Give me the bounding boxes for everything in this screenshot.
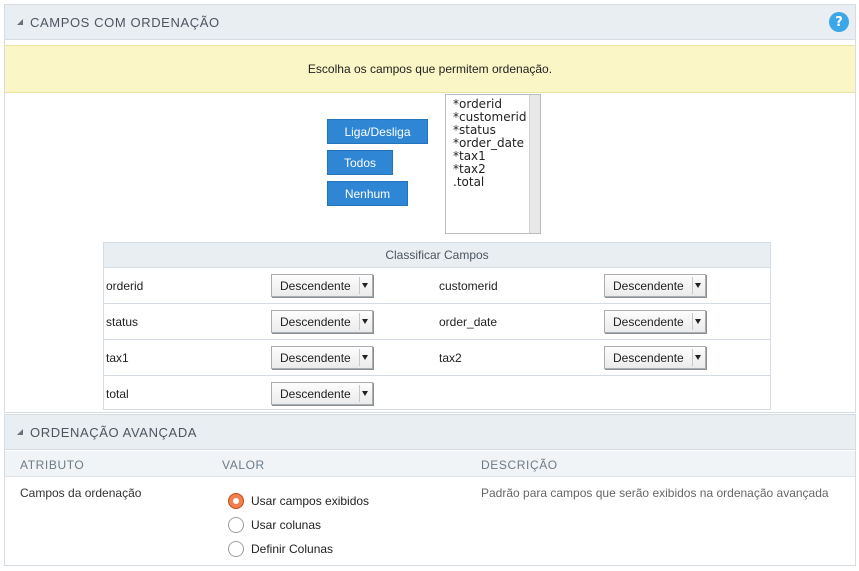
field-label: order_date [439,315,498,329]
select-value: Descendente [280,314,351,329]
select-value: Descendente [280,350,351,365]
column-header-attribute: ATRIBUTO [20,458,85,472]
radio-label: Usar campos exibidos [251,494,370,508]
table-row: total Descendente [104,376,770,410]
dropdown-arrow-icon [695,283,701,288]
sort-order-select[interactable]: Descendente [604,346,706,369]
select-all-button[interactable]: Todos [327,150,393,175]
info-notice: Escolha os campos que permitem ordenação… [5,45,855,93]
listbox-scrollbar[interactable] [529,95,540,233]
section-title: CAMPOS COM ORDENAÇÃO [30,14,220,30]
fields-listbox[interactable]: *orderid *customerid *status *order_date… [445,94,541,234]
column-header-row: ATRIBUTO VALOR DESCRIÇÃO [5,451,855,477]
attribute-label: Campos da ordenação [20,486,142,500]
field-label: status [106,315,139,329]
sort-order-select[interactable]: Descendente [271,310,373,333]
list-item[interactable]: .total [453,176,540,189]
field-label: orderid [106,279,144,293]
select-value: Descendente [613,314,684,329]
section-title: ORDENAÇÃO AVANÇADA [30,424,198,440]
dropdown-arrow-icon [362,283,368,288]
select-value: Descendente [280,278,351,293]
toggle-button[interactable]: Liga/Desliga [327,119,428,144]
select-value: Descendente [613,350,684,365]
description-text: Padrão para campos que serão exibidos na… [481,486,829,500]
field-label: tax2 [439,351,462,365]
radio-option-define-columns[interactable]: Definir Colunas [228,540,333,558]
dropdown-arrow-icon [362,391,368,396]
select-value: Descendente [613,278,684,293]
radio-option-use-displayed[interactable]: Usar campos exibidos [228,492,369,510]
sort-fields-table: Classificar Campos orderid Descendente c… [103,242,771,410]
collapse-arrow-icon[interactable] [17,429,23,435]
radio-label: Usar colunas [251,518,322,532]
section-header[interactable]: CAMPOS COM ORDENAÇÃO ? [5,5,855,40]
collapse-arrow-icon[interactable] [17,19,23,25]
sort-order-select[interactable]: Descendente [271,274,373,297]
dropdown-arrow-icon [695,319,701,324]
table-row: tax1 Descendente tax2 Descendente [104,340,770,376]
section-header[interactable]: ORDENAÇÃO AVANÇADA [5,415,855,450]
dropdown-arrow-icon [362,319,368,324]
field-label: tax1 [106,351,129,365]
radio-option-use-columns[interactable]: Usar colunas [228,516,321,534]
table-row: orderid Descendente customerid Descenden… [104,268,770,304]
column-header-value: VALOR [222,458,265,472]
select-value: Descendente [280,386,351,401]
table-row: status Descendente order_date Descendent… [104,304,770,340]
sort-table-title: Classificar Campos [104,243,770,268]
field-label: customerid [439,279,498,293]
radio-button[interactable] [228,517,244,533]
column-header-description: DESCRIÇÃO [481,458,558,472]
sort-order-select[interactable]: Descendente [604,310,706,333]
radio-button[interactable] [228,493,244,509]
advanced-sort-panel: ORDENAÇÃO AVANÇADA ATRIBUTO VALOR DESCRI… [4,414,856,566]
dropdown-arrow-icon [695,355,701,360]
help-icon[interactable]: ? [829,12,849,32]
select-none-button[interactable]: Nenhum [327,181,408,206]
radio-label: Definir Colunas [251,542,334,556]
sort-order-select[interactable]: Descendente [271,346,373,369]
radio-button[interactable] [228,541,244,557]
sort-order-select[interactable]: Descendente [271,382,373,405]
field-label: total [106,387,129,401]
sortable-fields-panel: CAMPOS COM ORDENAÇÃO ? Escolha os campos… [4,4,856,413]
sort-order-select[interactable]: Descendente [604,274,706,297]
dropdown-arrow-icon [362,355,368,360]
